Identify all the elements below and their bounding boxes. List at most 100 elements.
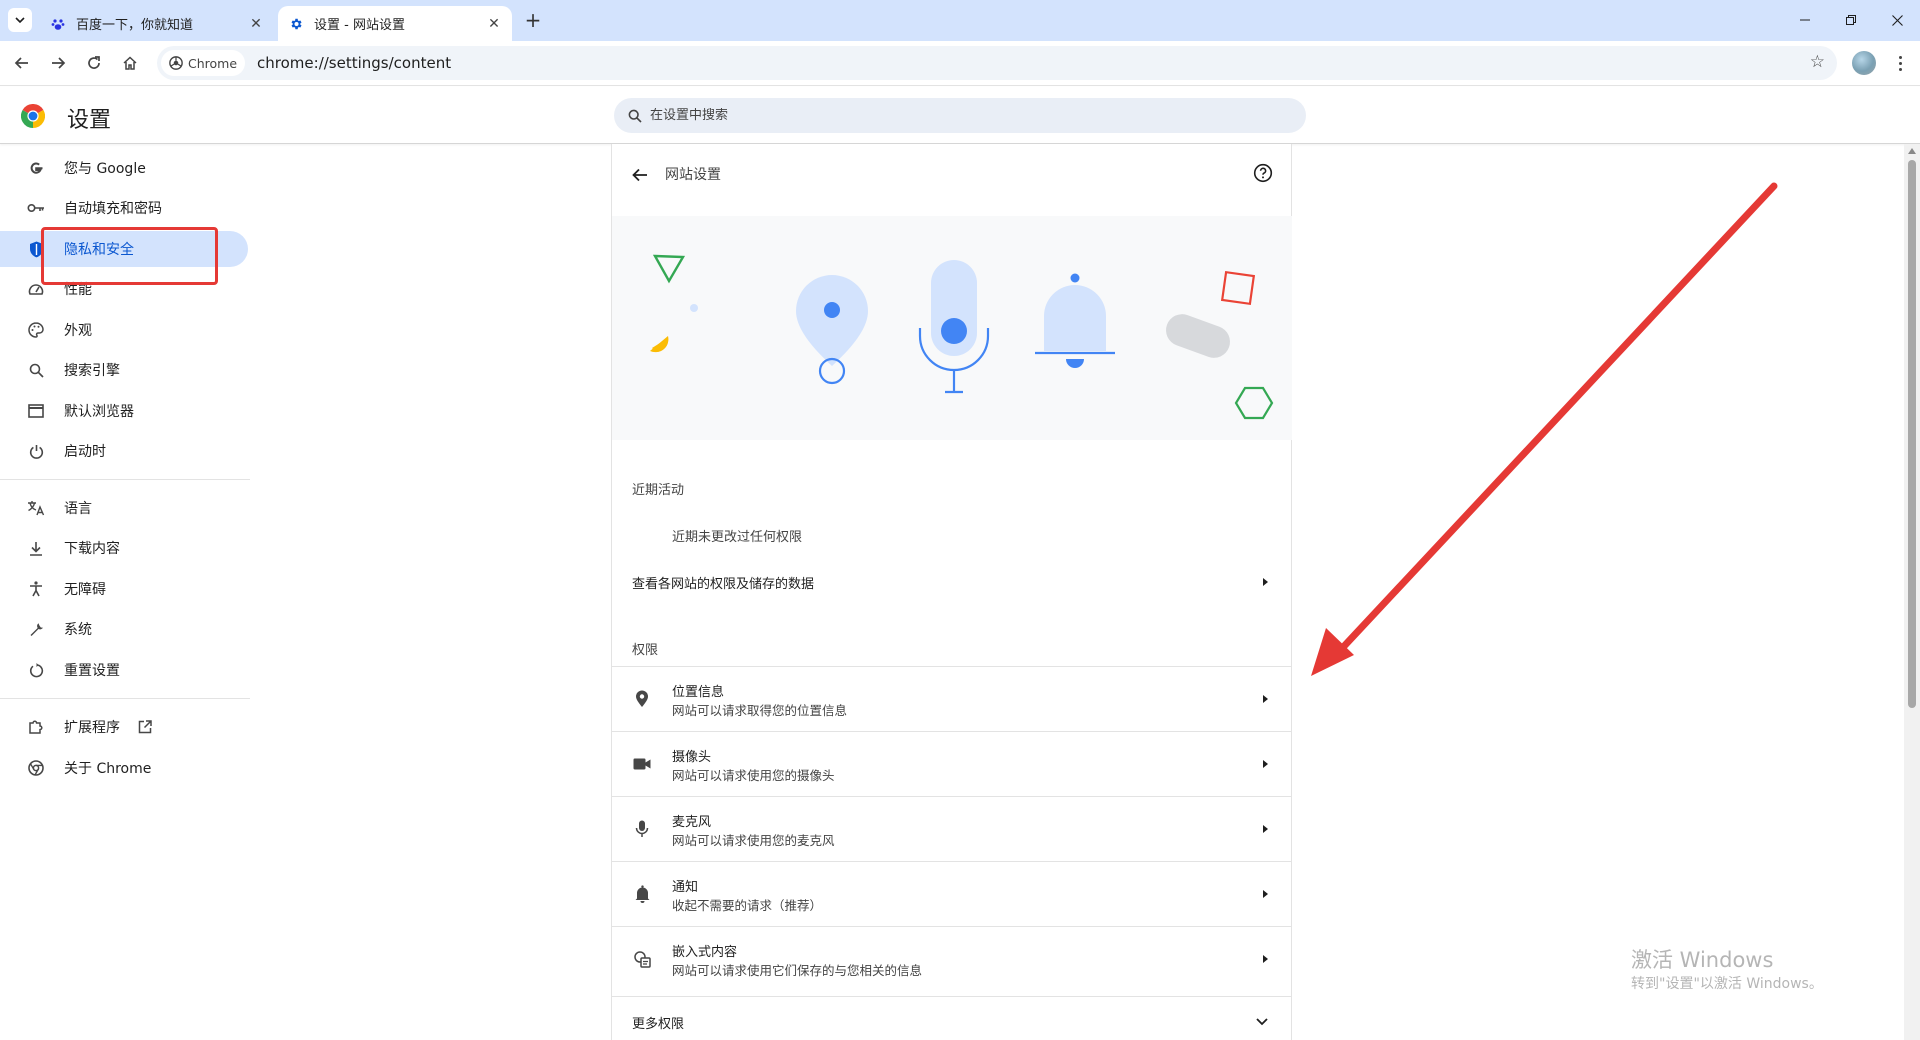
restore-button[interactable] bbox=[1828, 0, 1874, 40]
sidebar-item-label: 启动时 bbox=[64, 444, 106, 460]
permissions-illustration bbox=[612, 216, 1292, 440]
tab-baidu[interactable]: 百度一下，你就知道 ✕ bbox=[40, 6, 274, 41]
wrench-icon bbox=[26, 619, 46, 639]
permission-name: 摄像头 bbox=[672, 750, 712, 765]
tab-title: 百度一下，你就知道 bbox=[76, 18, 194, 33]
permission-row-camera[interactable]: 摄像头 网站可以请求使用您的摄像头 bbox=[612, 731, 1292, 796]
permission-name: 位置信息 bbox=[672, 685, 725, 700]
arrow-left-icon bbox=[14, 57, 28, 69]
close-icon[interactable]: ✕ bbox=[486, 16, 502, 32]
address-bar[interactable]: Chrome chrome://settings/content ☆ bbox=[157, 46, 1837, 80]
sidebar-item-system[interactable]: 系统 bbox=[0, 611, 248, 647]
page-scrollbar[interactable] bbox=[1904, 144, 1920, 1040]
permission-name: 麦克风 bbox=[672, 815, 712, 830]
new-tab-button[interactable]: + bbox=[520, 8, 546, 34]
home-icon bbox=[123, 56, 137, 70]
sidebar-item-downloads[interactable]: 下载内容 bbox=[0, 530, 248, 566]
activation-watermark-title: 激活 Windows bbox=[1631, 948, 1774, 972]
accessibility-icon bbox=[26, 579, 46, 599]
permission-description: 收起不需要的请求（推荐） bbox=[672, 898, 823, 913]
minimize-button[interactable] bbox=[1782, 0, 1828, 40]
site-settings-card: 网站设置 近期活动 近期未更改过任何权限 查看各网站的权限及储存的数据 权限 位… bbox=[611, 144, 1292, 1040]
reload-icon bbox=[88, 56, 100, 69]
key-icon bbox=[26, 198, 46, 218]
help-icon[interactable] bbox=[1253, 163, 1273, 183]
permissions-heading: 权限 bbox=[632, 643, 659, 658]
profile-avatar[interactable] bbox=[1852, 51, 1876, 75]
microphone-icon bbox=[632, 819, 652, 839]
arrow-right-icon bbox=[1263, 695, 1268, 703]
bell-illustration bbox=[1035, 273, 1115, 368]
puzzle-icon bbox=[26, 717, 46, 737]
activation-watermark-subtitle: 转到"设置"以激活 Windows。 bbox=[1631, 976, 1823, 992]
recent-activity-empty: 近期未更改过任何权限 bbox=[672, 530, 803, 545]
external-link-icon bbox=[138, 720, 152, 734]
arrow-right-icon bbox=[1263, 825, 1268, 833]
back-button[interactable] bbox=[8, 49, 36, 77]
sidebar-item-on-startup[interactable]: 启动时 bbox=[0, 433, 248, 469]
tab-title: 设置 - 网站设置 bbox=[314, 18, 405, 33]
sidebar-item-reset[interactable]: 重置设置 bbox=[0, 652, 248, 688]
permission-row-microphone[interactable]: 麦克风 网站可以请求使用您的麦克风 bbox=[612, 796, 1292, 861]
restore-icon bbox=[1846, 15, 1856, 25]
permission-row-embedded-content[interactable]: 嵌入式内容 网站可以请求使用它们保存的与您相关的信息 bbox=[612, 926, 1292, 991]
close-icon bbox=[1891, 14, 1903, 26]
sidebar-item-appearance[interactable]: 外观 bbox=[0, 312, 248, 348]
permission-description: 网站可以请求使用它们保存的与您相关的信息 bbox=[672, 963, 923, 978]
browser-menu-button[interactable] bbox=[1892, 49, 1908, 77]
chevron-down-icon bbox=[1256, 1018, 1268, 1026]
bookmark-star-icon[interactable]: ☆ bbox=[1810, 52, 1825, 72]
forward-button[interactable] bbox=[44, 49, 72, 77]
permission-row-location[interactable]: 位置信息 网站可以请求取得您的位置信息 bbox=[612, 666, 1292, 731]
sidebar-item-languages[interactable]: 语言 bbox=[0, 490, 248, 526]
view-all-site-data-link[interactable]: 查看各网站的权限及储存的数据 bbox=[612, 554, 1292, 610]
permissions-illustration-art bbox=[650, 254, 1274, 420]
permission-name: 嵌入式内容 bbox=[672, 945, 738, 960]
sidebar-item-you-and-google[interactable]: 您与 Google bbox=[0, 150, 248, 186]
search-icon bbox=[628, 109, 642, 123]
home-button[interactable] bbox=[116, 49, 144, 77]
back-button[interactable] bbox=[628, 163, 652, 187]
bell-icon bbox=[632, 884, 652, 904]
arrow-right-icon bbox=[1263, 760, 1268, 768]
permission-row-notifications[interactable]: 通知 收起不需要的请求（推荐） bbox=[612, 861, 1292, 926]
arrow-left-icon bbox=[632, 168, 647, 182]
embedded-content-icon bbox=[632, 949, 652, 969]
close-icon[interactable]: ✕ bbox=[248, 16, 264, 32]
chrome-logo-icon bbox=[21, 104, 45, 128]
annotation-highlight-box bbox=[41, 227, 218, 285]
sidebar-item-extensions[interactable]: 扩展程序 bbox=[0, 709, 248, 745]
browser-window-icon bbox=[26, 401, 46, 421]
arrow-right-icon bbox=[1263, 890, 1268, 898]
sidebar-item-label: 下载内容 bbox=[64, 541, 120, 557]
sidebar-item-label: 关于 Chrome bbox=[64, 761, 152, 777]
settings-search[interactable] bbox=[614, 98, 1306, 133]
sidebar-item-autofill[interactable]: 自动填充和密码 bbox=[0, 190, 248, 226]
sidebar-item-accessibility[interactable]: 无障碍 bbox=[0, 571, 248, 607]
page-title: 设置 bbox=[67, 108, 112, 133]
scroll-up-arrow-icon[interactable] bbox=[1908, 148, 1916, 154]
settings-header: 设置 bbox=[0, 87, 1920, 144]
sidebar-item-about-chrome[interactable]: 关于 Chrome bbox=[0, 750, 248, 786]
site-info-chip[interactable]: Chrome bbox=[161, 50, 246, 76]
reload-button[interactable] bbox=[80, 49, 108, 77]
tab-search-button[interactable] bbox=[8, 8, 32, 32]
location-pin-icon bbox=[632, 689, 652, 709]
chrome-icon bbox=[26, 758, 46, 778]
scroll-thumb[interactable] bbox=[1908, 160, 1916, 708]
power-icon bbox=[26, 441, 46, 461]
sidebar-item-label: 扩展程序 bbox=[64, 720, 120, 736]
sidebar-item-default-browser[interactable]: 默认浏览器 bbox=[0, 393, 248, 429]
view-all-site-data-label: 查看各网站的权限及储存的数据 bbox=[632, 576, 815, 592]
tab-settings[interactable]: 设置 - 网站设置 ✕ bbox=[278, 6, 512, 41]
sidebar-item-search-engine[interactable]: 搜索引擎 bbox=[0, 352, 248, 388]
minimize-icon bbox=[1800, 19, 1810, 21]
arrow-right-icon bbox=[1263, 955, 1268, 963]
sidebar-item-label: 系统 bbox=[64, 622, 92, 638]
palette-icon bbox=[26, 320, 46, 340]
url-text: chrome://settings/content bbox=[257, 54, 452, 72]
more-permissions-expander[interactable]: 更多权限 bbox=[612, 996, 1292, 1040]
chevron-down-icon bbox=[15, 17, 25, 24]
window-close-button[interactable] bbox=[1874, 0, 1920, 40]
search-input[interactable] bbox=[650, 108, 1250, 123]
